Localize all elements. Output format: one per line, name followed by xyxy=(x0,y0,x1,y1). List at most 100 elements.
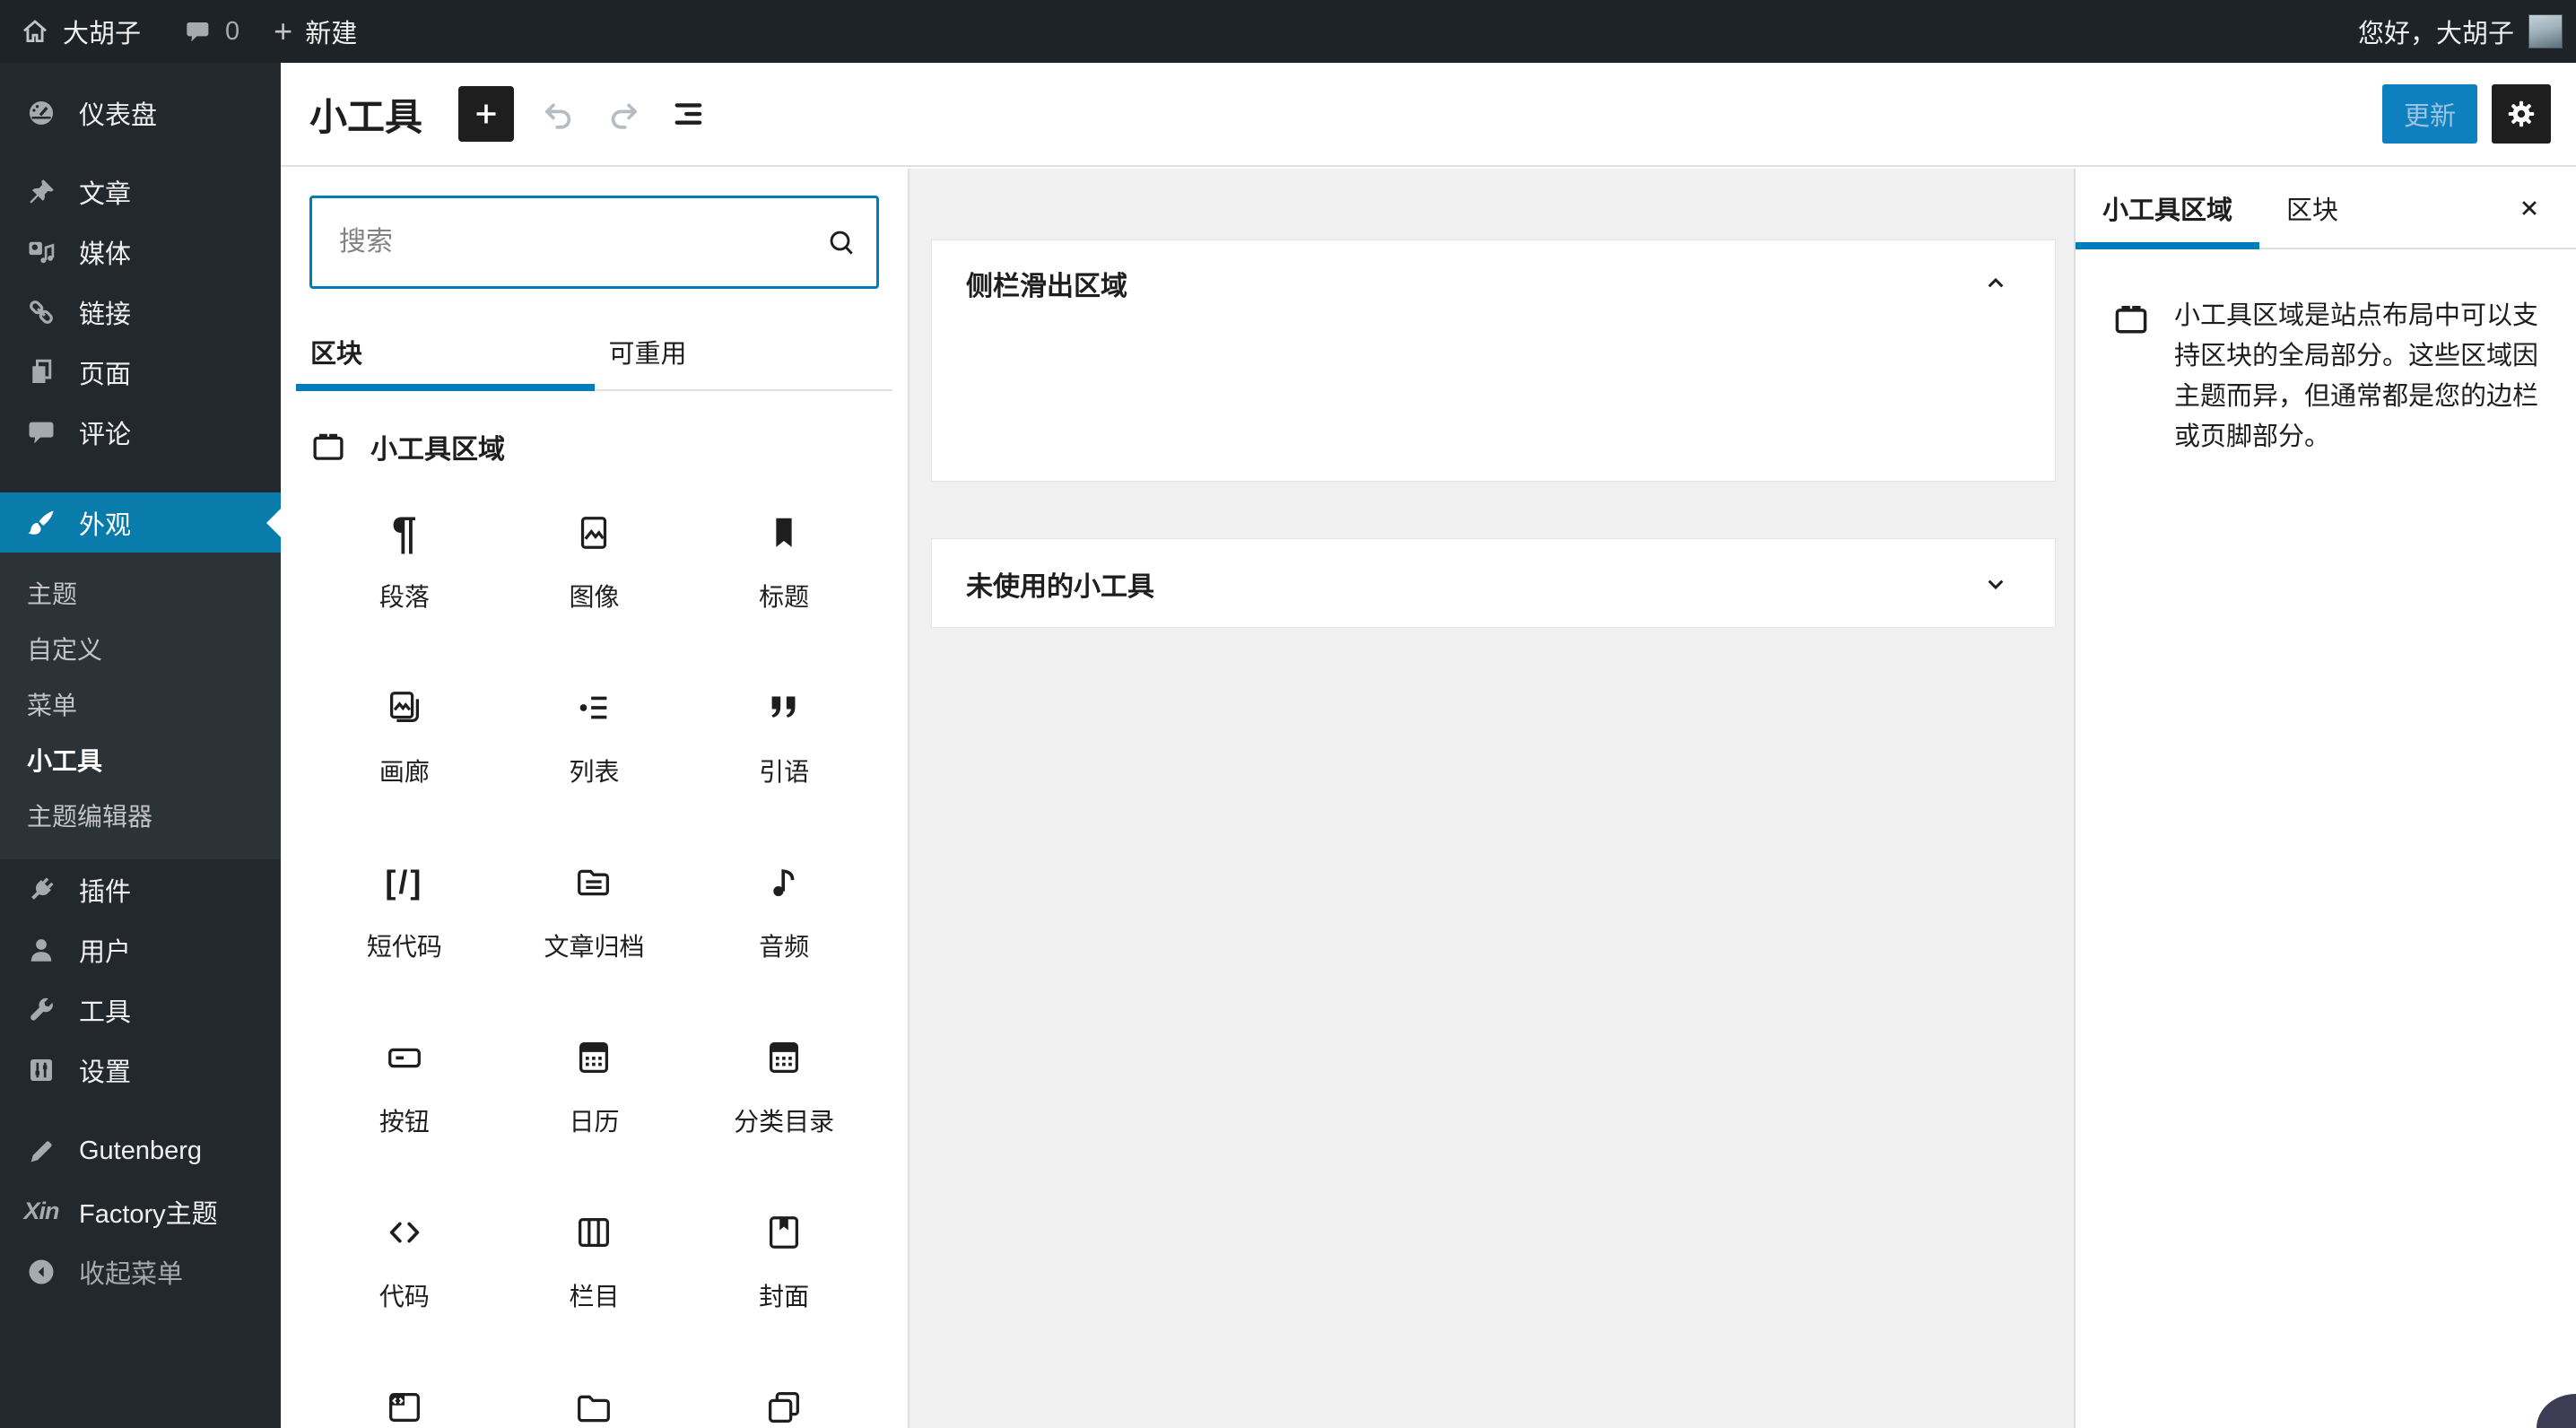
sidebar-item-plugins[interactable]: 插件 xyxy=(0,859,281,919)
archive-folder-icon xyxy=(573,861,614,904)
undo-button[interactable] xyxy=(530,85,587,143)
appearance-submenu: 主题 自定义 菜单 小工具 主题编辑器 xyxy=(0,553,281,859)
site-menu-item[interactable]: 大胡子 xyxy=(14,13,146,50)
sidebar-item-gutenberg[interactable]: Gutenberg xyxy=(0,1121,281,1181)
block-item-cover[interactable]: 封面 xyxy=(689,1211,879,1386)
xin-logo: Xin xyxy=(23,1197,59,1224)
columns-icon xyxy=(573,1211,614,1254)
panel-title: 未使用的小工具 xyxy=(966,572,1154,602)
widget-area-panel-sidebar: 侧栏滑出区域 xyxy=(931,239,2056,482)
block-item-categories[interactable]: 分类目录 xyxy=(689,1036,879,1211)
search-input[interactable] xyxy=(309,196,879,289)
content-area: 小工具 更新 搜索 区块 可重用 小工具区域 ¶ 段落 图像 标题 画廊 列表 … xyxy=(281,63,2576,1428)
add-block-button[interactable] xyxy=(458,86,515,142)
sliders-icon xyxy=(23,1054,59,1086)
audio-note-icon xyxy=(763,861,805,904)
block-item-archives[interactable]: 文章归档 xyxy=(500,861,690,1036)
link-icon xyxy=(23,296,59,328)
comments-menu-item[interactable]: 0 xyxy=(178,17,245,47)
search-icon xyxy=(825,226,857,258)
sidebar-item-label: 插件 xyxy=(79,877,132,907)
sidebar-item-users[interactable]: 用户 xyxy=(0,919,281,980)
quote-icon xyxy=(763,686,805,729)
block-label: 封面 xyxy=(759,1283,810,1310)
block-label: 代码 xyxy=(379,1283,430,1310)
block-item-custom-html[interactable] xyxy=(309,1386,500,1428)
block-item-quote[interactable]: 引语 xyxy=(689,686,879,861)
media-icon xyxy=(23,236,59,268)
block-item-code[interactable]: 代码 xyxy=(309,1211,500,1386)
sidebar-item-appearance[interactable]: 外观 xyxy=(0,492,281,553)
block-item-columns[interactable]: 栏目 xyxy=(500,1211,690,1386)
block-item-shortcode[interactable]: [/] 短代码 xyxy=(309,861,500,1036)
block-item-group[interactable] xyxy=(689,1386,879,1428)
submenu-item-menus[interactable]: 菜单 xyxy=(0,676,281,732)
block-item-gallery[interactable]: 画廊 xyxy=(309,686,500,861)
widget-area-section-header: 小工具区域 xyxy=(309,427,879,466)
sidebar-item-label: Gutenberg xyxy=(79,1136,203,1165)
update-button[interactable]: 更新 xyxy=(2381,84,2477,144)
submenu-item-customize[interactable]: 自定义 xyxy=(0,621,281,676)
block-inserter-panel: 区块 可重用 小工具区域 ¶ 段落 xyxy=(281,169,909,1428)
block-label: 栏目 xyxy=(569,1283,620,1310)
sidebar-item-label: 设置 xyxy=(79,1058,132,1087)
sidebar-item-posts[interactable]: 文章 xyxy=(0,161,281,222)
close-sidebar-button[interactable] xyxy=(2508,187,2551,230)
submenu-item-theme-editor[interactable]: 主题编辑器 xyxy=(0,788,281,843)
list-icon xyxy=(573,686,614,729)
button-icon xyxy=(384,1036,425,1079)
settings-toggle-button[interactable] xyxy=(2492,84,2551,144)
widget-area-icon xyxy=(309,428,347,466)
chevron-down-icon xyxy=(1981,570,2010,598)
block-item-image[interactable]: 图像 xyxy=(500,511,690,686)
sidebar-item-label: 仪表盘 xyxy=(79,100,158,130)
submenu-label: 主题 xyxy=(27,580,78,608)
sidebar-item-factory-theme[interactable]: Xin Factory主题 xyxy=(0,1181,281,1241)
sidebar-item-label: Factory主题 xyxy=(79,1199,218,1229)
description-text: 小工具区域是站点布局中可以支持区块的全局部分。这些区域因主题而异，但通常都是您的… xyxy=(2174,301,2539,451)
sidebar-item-settings[interactable]: 设置 xyxy=(0,1040,281,1100)
group-icon xyxy=(763,1386,805,1428)
collapse-menu-button[interactable]: 收起菜单 xyxy=(0,1241,281,1302)
sidebar-item-links[interactable]: 链接 xyxy=(0,282,281,342)
code-icon xyxy=(384,1211,425,1254)
wrench-icon xyxy=(23,994,59,1026)
panel-header[interactable]: 侧栏滑出区域 xyxy=(932,240,2055,327)
tab-widget-areas[interactable]: 小工具区域 xyxy=(2076,169,2260,249)
sidebar-item-label: 外观 xyxy=(79,510,132,540)
new-content-menu-item[interactable]: + 新建 xyxy=(268,13,362,50)
wordpress-widgets-editor: 大胡子 0 + 新建 您好，大胡子 仪表盘 文章 媒体 链接 页面 评论 外观 … xyxy=(0,0,2576,1428)
tab-block[interactable]: 区块 xyxy=(2259,169,2365,248)
block-item-paragraph[interactable]: ¶ 段落 xyxy=(309,510,500,686)
image-icon xyxy=(573,511,614,554)
block-item-list[interactable]: 列表 xyxy=(500,686,690,861)
submenu-item-themes[interactable]: 主题 xyxy=(0,565,281,621)
avatar[interactable] xyxy=(2528,14,2563,48)
panel-header[interactable]: 未使用的小工具 xyxy=(932,539,2055,629)
page-title: 小工具 xyxy=(309,95,423,138)
block-item-button[interactable]: 按钮 xyxy=(309,1036,500,1211)
block-label: 按钮 xyxy=(379,1108,430,1136)
user-greeting[interactable]: 您好，大胡子 xyxy=(2358,13,2514,50)
submenu-item-widgets[interactable]: 小工具 xyxy=(0,732,281,788)
redo-button[interactable] xyxy=(595,85,652,143)
block-item-file[interactable] xyxy=(500,1386,690,1428)
sidebar-item-pages[interactable]: 页面 xyxy=(0,342,281,402)
sidebar-item-comments[interactable]: 评论 xyxy=(0,402,281,462)
block-label: 分类目录 xyxy=(734,1108,835,1136)
block-label: 标题 xyxy=(759,583,810,611)
block-item-calendar[interactable]: 日历 xyxy=(500,1036,690,1211)
list-view-button[interactable] xyxy=(659,85,717,143)
sidebar-item-dashboard[interactable]: 仪表盘 xyxy=(0,83,281,143)
tab-reusable[interactable]: 可重用 xyxy=(595,314,893,389)
sidebar-item-tools[interactable]: 工具 xyxy=(0,980,281,1040)
block-item-audio[interactable]: 音频 xyxy=(689,861,879,1036)
admin-menu: 仪表盘 文章 媒体 链接 页面 评论 外观 主题 自定义 菜单 小工具 主题编辑… xyxy=(0,63,281,1428)
sidebar-item-media[interactable]: 媒体 xyxy=(0,222,281,282)
tab-blocks[interactable]: 区块 xyxy=(296,314,595,391)
block-grid: ¶ 段落 图像 标题 画廊 列表 引语 [/] 短代码 文章归档 音频 按钮 日… xyxy=(309,510,879,1428)
block-item-heading[interactable]: 标题 xyxy=(689,511,879,686)
bookmark-icon xyxy=(763,511,805,554)
pages-icon xyxy=(23,356,59,388)
collapse-icon xyxy=(23,1256,59,1288)
